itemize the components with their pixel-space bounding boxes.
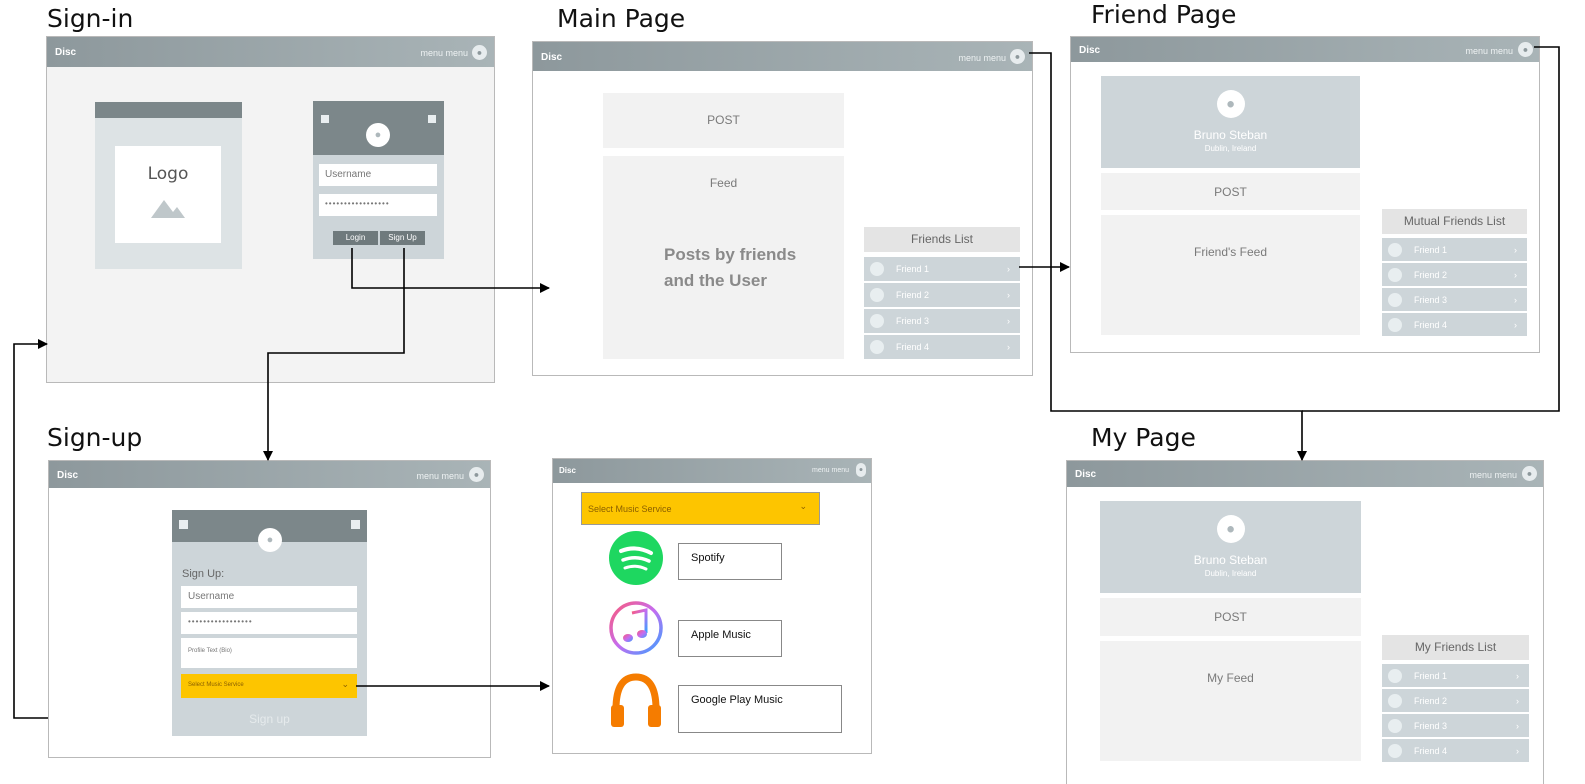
- arrow-signup-back-to-signin: [13, 339, 48, 719]
- arrow-login-to-main: [351, 248, 550, 293]
- arrow-signup-to-signup-page: [263, 248, 405, 461]
- arrow-main-avatar-to-mypage: [1029, 52, 1307, 461]
- flow-arrows: [13, 46, 1560, 719]
- arrow-friend-avatar-to-mypage: [1302, 46, 1560, 412]
